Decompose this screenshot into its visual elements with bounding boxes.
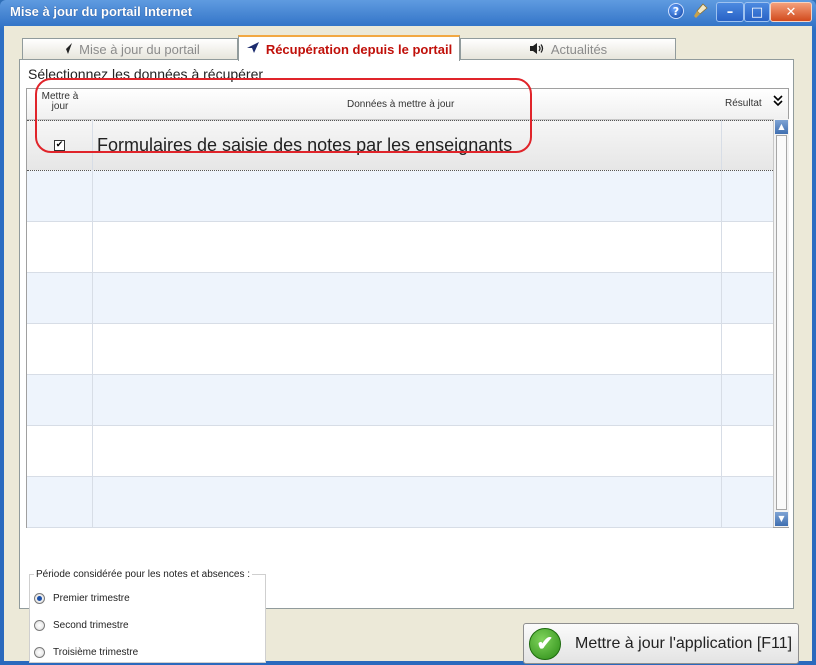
close-button[interactable]: ✕ xyxy=(770,2,812,22)
table-row xyxy=(27,477,773,528)
tab-label: Mise à jour du portail xyxy=(79,42,200,57)
period-groupbox: Période considérée pour les notes et abs… xyxy=(29,569,266,663)
send-arrow-icon xyxy=(60,42,73,58)
minimize-button[interactable]: – xyxy=(716,2,744,22)
tab-recuperation-portail[interactable]: Récupération depuis le portail xyxy=(238,35,460,61)
table-row xyxy=(27,171,773,222)
title-bar[interactable]: Mise à jour du portail Internet ? – □ ✕ xyxy=(0,0,816,26)
radio-troisieme-trimestre[interactable]: Troisième trimestre xyxy=(34,645,138,659)
tab-label: Actualités xyxy=(550,42,608,57)
data-grid: Mettre à jour Données à mettre à jour Ré… xyxy=(26,88,789,528)
scroll-up-icon[interactable]: ▲ xyxy=(775,120,788,134)
receive-arrow-icon xyxy=(246,41,260,57)
window-title: Mise à jour du portail Internet xyxy=(10,4,193,19)
tab-actualites[interactable]: Actualités xyxy=(460,38,676,60)
radio-button[interactable] xyxy=(34,592,45,604)
checkmark-icon: ✔ xyxy=(529,627,561,660)
radio-button[interactable] xyxy=(34,646,45,658)
table-row xyxy=(27,426,773,477)
maximize-button[interactable]: □ xyxy=(744,2,770,22)
table-row xyxy=(27,222,773,273)
tab-mise-a-jour-portail[interactable]: Mise à jour du portail xyxy=(22,38,238,60)
scrollbar-thumb[interactable] xyxy=(776,135,787,510)
app-window: Mise à jour du portail Internet ? – □ ✕ … xyxy=(0,0,816,665)
column-header-resultat[interactable]: Résultat xyxy=(725,98,762,109)
period-legend: Période considérée pour les notes et abs… xyxy=(34,569,253,580)
radio-label: Premier trimestre xyxy=(53,592,130,604)
radio-label: Second trimestre xyxy=(53,619,129,631)
chevron-down-icon[interactable] xyxy=(773,95,783,110)
tab-panel: Sélectionnez les données à récupérer Met… xyxy=(19,59,794,609)
speaker-icon xyxy=(529,42,545,58)
column-divider xyxy=(721,120,722,528)
table-row xyxy=(27,375,773,426)
radio-premier-trimestre[interactable]: Premier trimestre xyxy=(34,591,130,605)
radio-second-trimestre[interactable]: Second trimestre xyxy=(34,618,129,632)
brush-icon[interactable] xyxy=(692,2,710,20)
dialog-body: Mise à jour du portail Récupération depu… xyxy=(4,26,812,664)
column-divider xyxy=(92,120,93,528)
vertical-scrollbar[interactable]: ▲ ▼ xyxy=(773,119,789,527)
apply-update-button[interactable]: ✔ Mettre à jour l'application [F11] xyxy=(523,623,799,664)
scroll-down-icon[interactable]: ▼ xyxy=(775,512,788,526)
help-icon[interactable]: ? xyxy=(668,3,684,19)
tab-label: Récupération depuis le portail xyxy=(265,41,453,57)
radio-button[interactable] xyxy=(34,619,45,631)
radio-label: Troisième trimestre xyxy=(53,646,139,658)
table-row xyxy=(27,273,773,324)
apply-button-label: Mettre à jour l'application [F11] xyxy=(575,634,793,652)
highlight-annotation xyxy=(35,78,532,153)
table-row xyxy=(27,324,773,375)
